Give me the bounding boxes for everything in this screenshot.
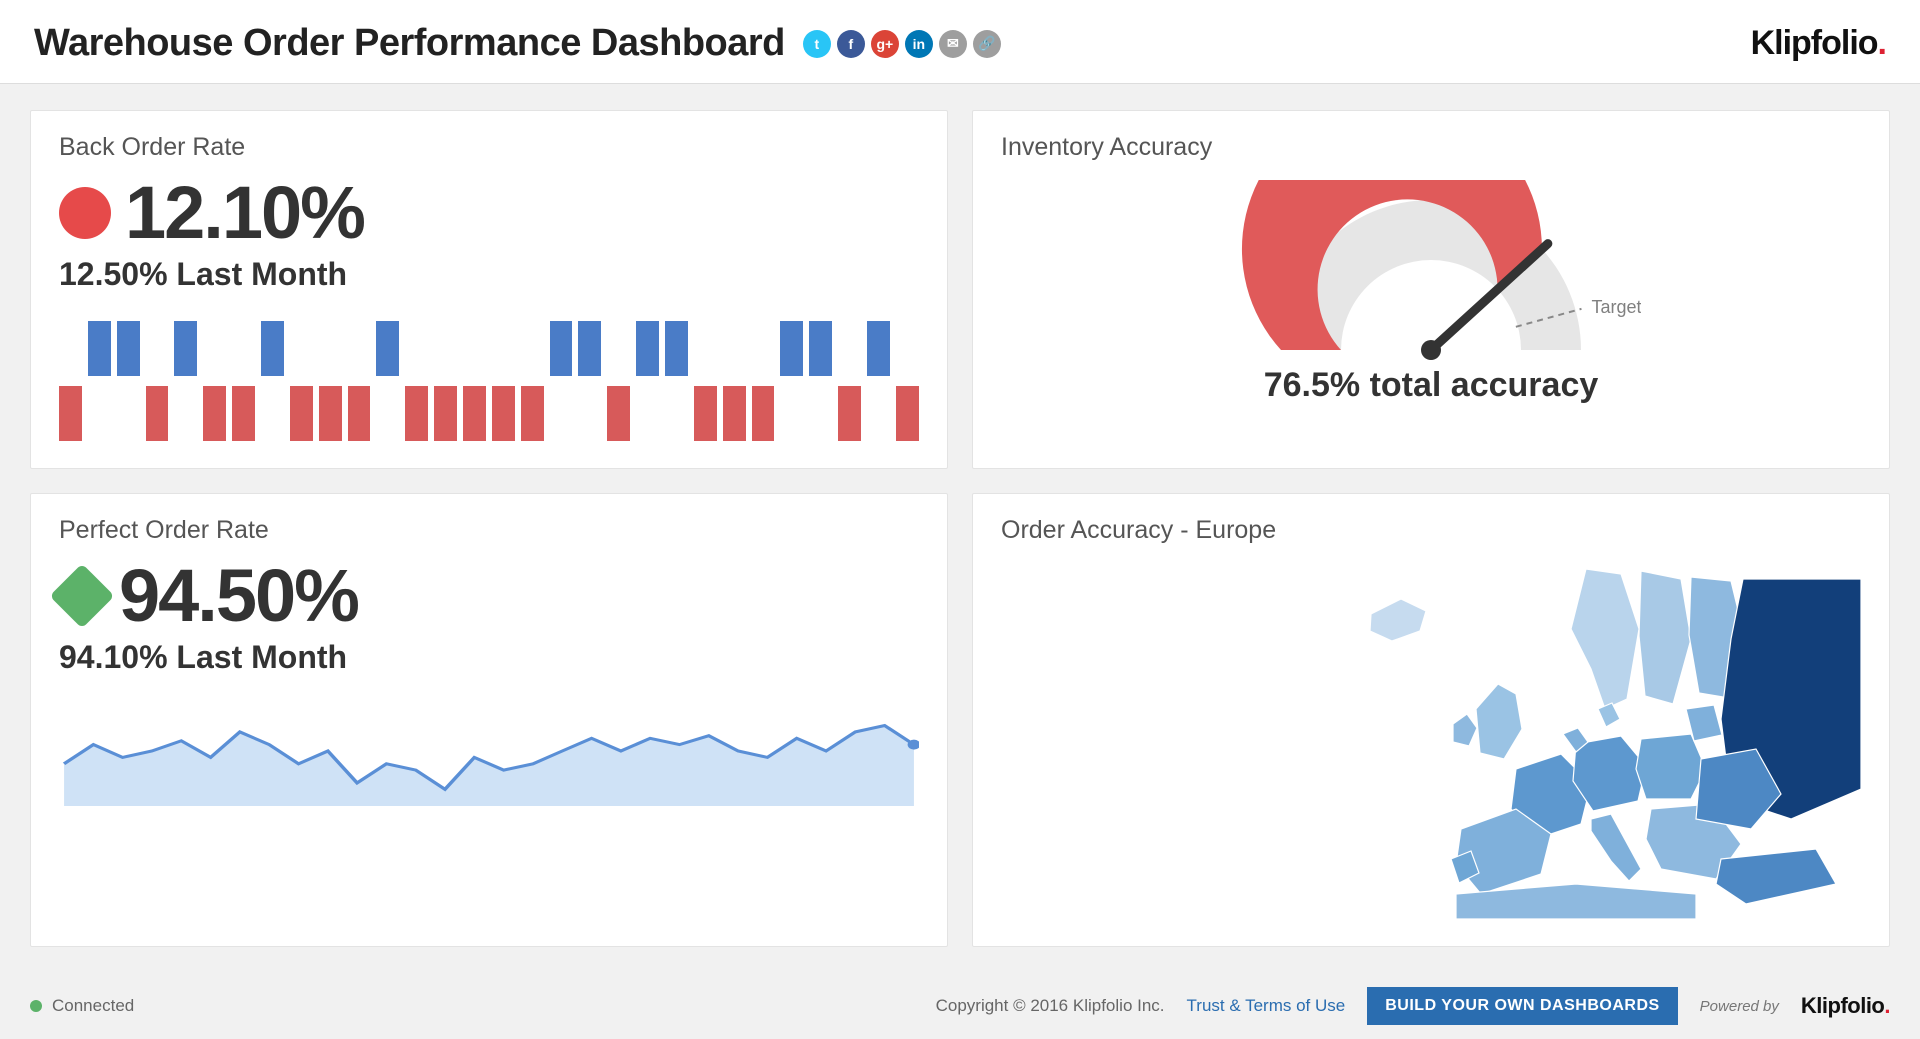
twitter-icon[interactable]: t	[803, 30, 831, 58]
gauge-chart: Target: 91.5%	[1221, 180, 1641, 370]
footer-brand-text: Klipfolio	[1801, 993, 1884, 1018]
card-inventory-accuracy: Inventory Accuracy Target: 91.5% 76.5% t…	[972, 110, 1890, 469]
europe-map-chart	[1341, 559, 1861, 919]
googleplus-icon[interactable]: g+	[871, 30, 899, 58]
footer-brand-logo: Klipfolio.	[1801, 993, 1890, 1019]
brand-text: Klipfolio	[1751, 24, 1878, 62]
footer-brand-dot-icon: .	[1884, 993, 1890, 1018]
status-indicator-icon	[49, 563, 114, 628]
build-dashboards-button[interactable]: BUILD YOUR OWN DASHBOARDS	[1367, 987, 1677, 1025]
footer-right: Copyright © 2016 Klipfolio Inc. Trust & …	[936, 987, 1890, 1025]
metric-value: 12.10%	[125, 176, 364, 250]
page-title: Warehouse Order Performance Dashboard	[34, 22, 785, 65]
card-back-order-rate: Back Order Rate 12.10% 12.50% Last Month	[30, 110, 948, 469]
share-row: t f g+ in ✉ 🔗	[803, 30, 1001, 58]
metric-value: 94.50%	[119, 559, 358, 633]
connection-status-icon	[30, 1000, 42, 1012]
map-wrap	[1001, 559, 1861, 922]
email-icon[interactable]: ✉	[939, 30, 967, 58]
card-perfect-order-rate: Perfect Order Rate 94.50% 94.10% Last Mo…	[30, 493, 948, 947]
sparkline-chart	[59, 696, 919, 806]
card-order-accuracy-europe: Order Accuracy - Europe	[972, 493, 1890, 947]
gauge-caption: 76.5% total accuracy	[1264, 366, 1599, 405]
facebook-icon[interactable]: f	[837, 30, 865, 58]
app-header: Warehouse Order Performance Dashboard t …	[0, 0, 1920, 84]
powered-by-label: Powered by	[1700, 998, 1779, 1015]
linkedin-icon[interactable]: in	[905, 30, 933, 58]
app-footer: Connected Copyright © 2016 Klipfolio Inc…	[0, 973, 1920, 1039]
sparkline-wrap	[59, 696, 919, 806]
metric-row: 12.10%	[59, 176, 919, 250]
gauge-wrap: Target: 91.5% 76.5% total accuracy	[1001, 176, 1861, 405]
dashboard-content: Back Order Rate 12.10% 12.50% Last Month…	[0, 84, 1920, 973]
header-left: Warehouse Order Performance Dashboard t …	[34, 22, 1001, 65]
card-title: Perfect Order Rate	[59, 516, 919, 545]
card-title: Order Accuracy - Europe	[1001, 516, 1861, 545]
connection-status-label: Connected	[52, 996, 134, 1016]
brand-logo: Klipfolio.	[1751, 24, 1886, 63]
card-title: Inventory Accuracy	[1001, 133, 1861, 162]
copyright-text: Copyright © 2016 Klipfolio Inc.	[936, 996, 1165, 1016]
footer-left: Connected	[30, 996, 134, 1016]
metric-subtitle: 12.50% Last Month	[59, 256, 919, 293]
winloss-chart	[59, 321, 919, 441]
metric-subtitle: 94.10% Last Month	[59, 639, 919, 676]
gauge-target-label: Target: 91.5%	[1591, 297, 1641, 317]
terms-link[interactable]: Trust & Terms of Use	[1187, 996, 1346, 1016]
card-title: Back Order Rate	[59, 133, 919, 162]
metric-row: 94.50%	[59, 559, 919, 633]
brand-dot-icon: .	[1878, 24, 1886, 62]
link-icon[interactable]: 🔗	[973, 30, 1001, 58]
status-indicator-icon	[59, 187, 111, 239]
